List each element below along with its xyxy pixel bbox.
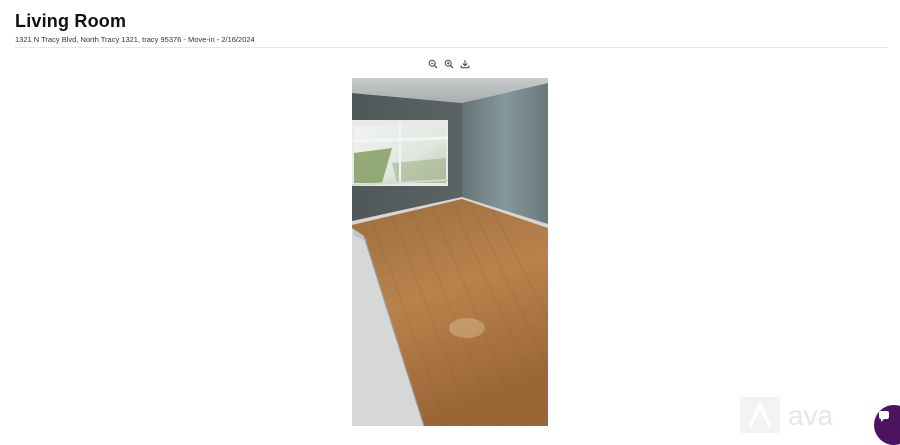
room-photo-image — [352, 78, 548, 426]
page-title: Living Room — [15, 11, 127, 31]
zoom-in-icon — [444, 59, 454, 69]
header-divider — [15, 47, 888, 48]
download-button[interactable] — [460, 59, 470, 69]
page-header: Living Room 1321 N Tracy Blvd, North Tra… — [15, 10, 255, 45]
download-icon — [460, 60, 470, 69]
image-toolbar — [428, 59, 470, 69]
room-photo[interactable] — [352, 78, 548, 426]
chat-widget-button[interactable] — [874, 405, 900, 445]
svg-text:ava: ava — [788, 400, 834, 431]
chat-icon — [879, 411, 889, 422]
zoom-in-button[interactable] — [444, 59, 454, 69]
ava-watermark-logo: ava — [738, 395, 883, 435]
zoom-out-button[interactable] — [428, 59, 438, 69]
zoom-out-icon — [428, 59, 438, 69]
page-subtitle: 1321 N Tracy Blvd, North Tracy 1321, tra… — [15, 35, 255, 44]
